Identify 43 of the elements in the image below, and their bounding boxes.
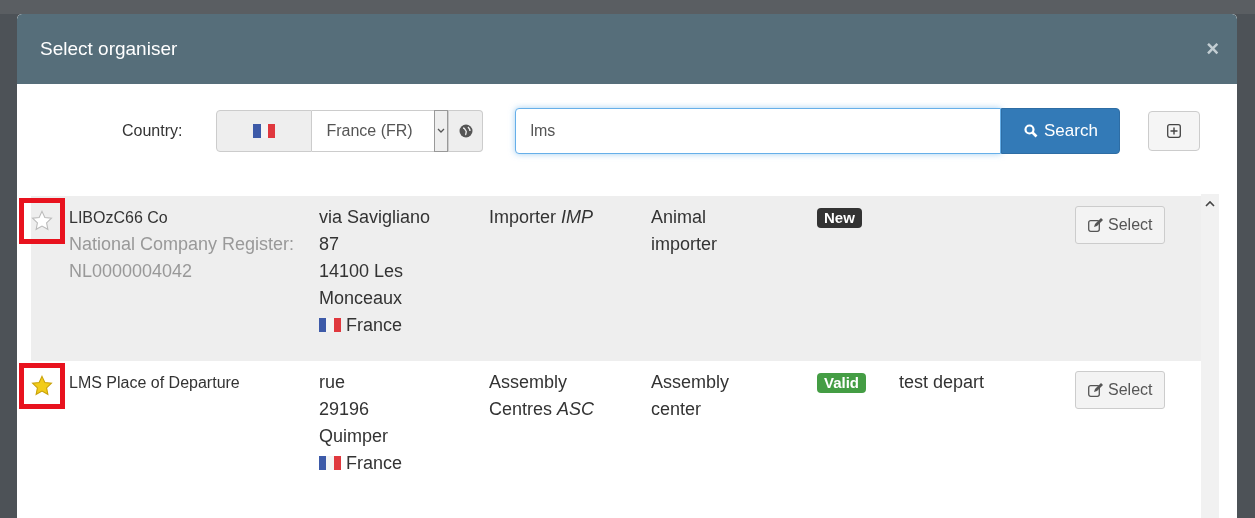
comment-text: test depart [899, 372, 985, 392]
address-line: Monceaux [319, 287, 404, 310]
address-line: 29196 [319, 398, 371, 421]
organiser-name: LIBOzC66 Co [69, 208, 169, 228]
favourite-star-button[interactable] [19, 198, 65, 244]
address-line: 14100 Les [319, 260, 405, 283]
country-name: France [346, 453, 403, 473]
edit-icon [1088, 218, 1103, 232]
organiser-type: Assembly Centres ASC [489, 372, 595, 419]
scroll-up-icon [1205, 200, 1215, 208]
activity-description: Assembly center [651, 372, 730, 419]
france-flag-icon [253, 124, 276, 138]
status-badge: New [817, 208, 862, 228]
country-name: France [346, 315, 403, 335]
country-select[interactable]: France (FR) [312, 110, 450, 152]
star-icon [31, 375, 53, 397]
address-line: via Savigliano [319, 206, 432, 229]
search-field[interactable]: lms [515, 108, 1002, 154]
favourite-star-button[interactable] [19, 363, 65, 409]
edit-icon [1088, 383, 1103, 397]
address-line: 87 [319, 233, 341, 256]
address-line: Quimper [319, 425, 390, 448]
organiser-type: Importer IMP [489, 207, 594, 227]
status-badge: Valid [817, 373, 867, 393]
france-flag-icon [319, 318, 341, 332]
scrollbar[interactable] [1201, 194, 1219, 518]
plus-square-icon [1167, 124, 1182, 138]
search-icon [1024, 124, 1039, 138]
organiser-name: LMS Place of Departure [69, 373, 241, 393]
star-icon [31, 210, 53, 232]
globe-icon [458, 124, 473, 138]
globe-button[interactable] [449, 110, 484, 152]
france-flag-icon [319, 456, 341, 470]
add-button[interactable] [1148, 111, 1201, 151]
dialog-title: Select organiser [40, 38, 178, 60]
register-number: National Company Register: NL0000004042 [69, 233, 295, 283]
address-line: rue [319, 371, 346, 394]
select-button[interactable]: Select [1075, 371, 1166, 409]
caret-icon [434, 110, 449, 152]
select-button[interactable]: Select [1075, 206, 1166, 244]
search-button[interactable]: Search [1001, 108, 1121, 154]
activity-description: Animal importer [651, 207, 717, 254]
country-label: Country: [122, 122, 183, 140]
